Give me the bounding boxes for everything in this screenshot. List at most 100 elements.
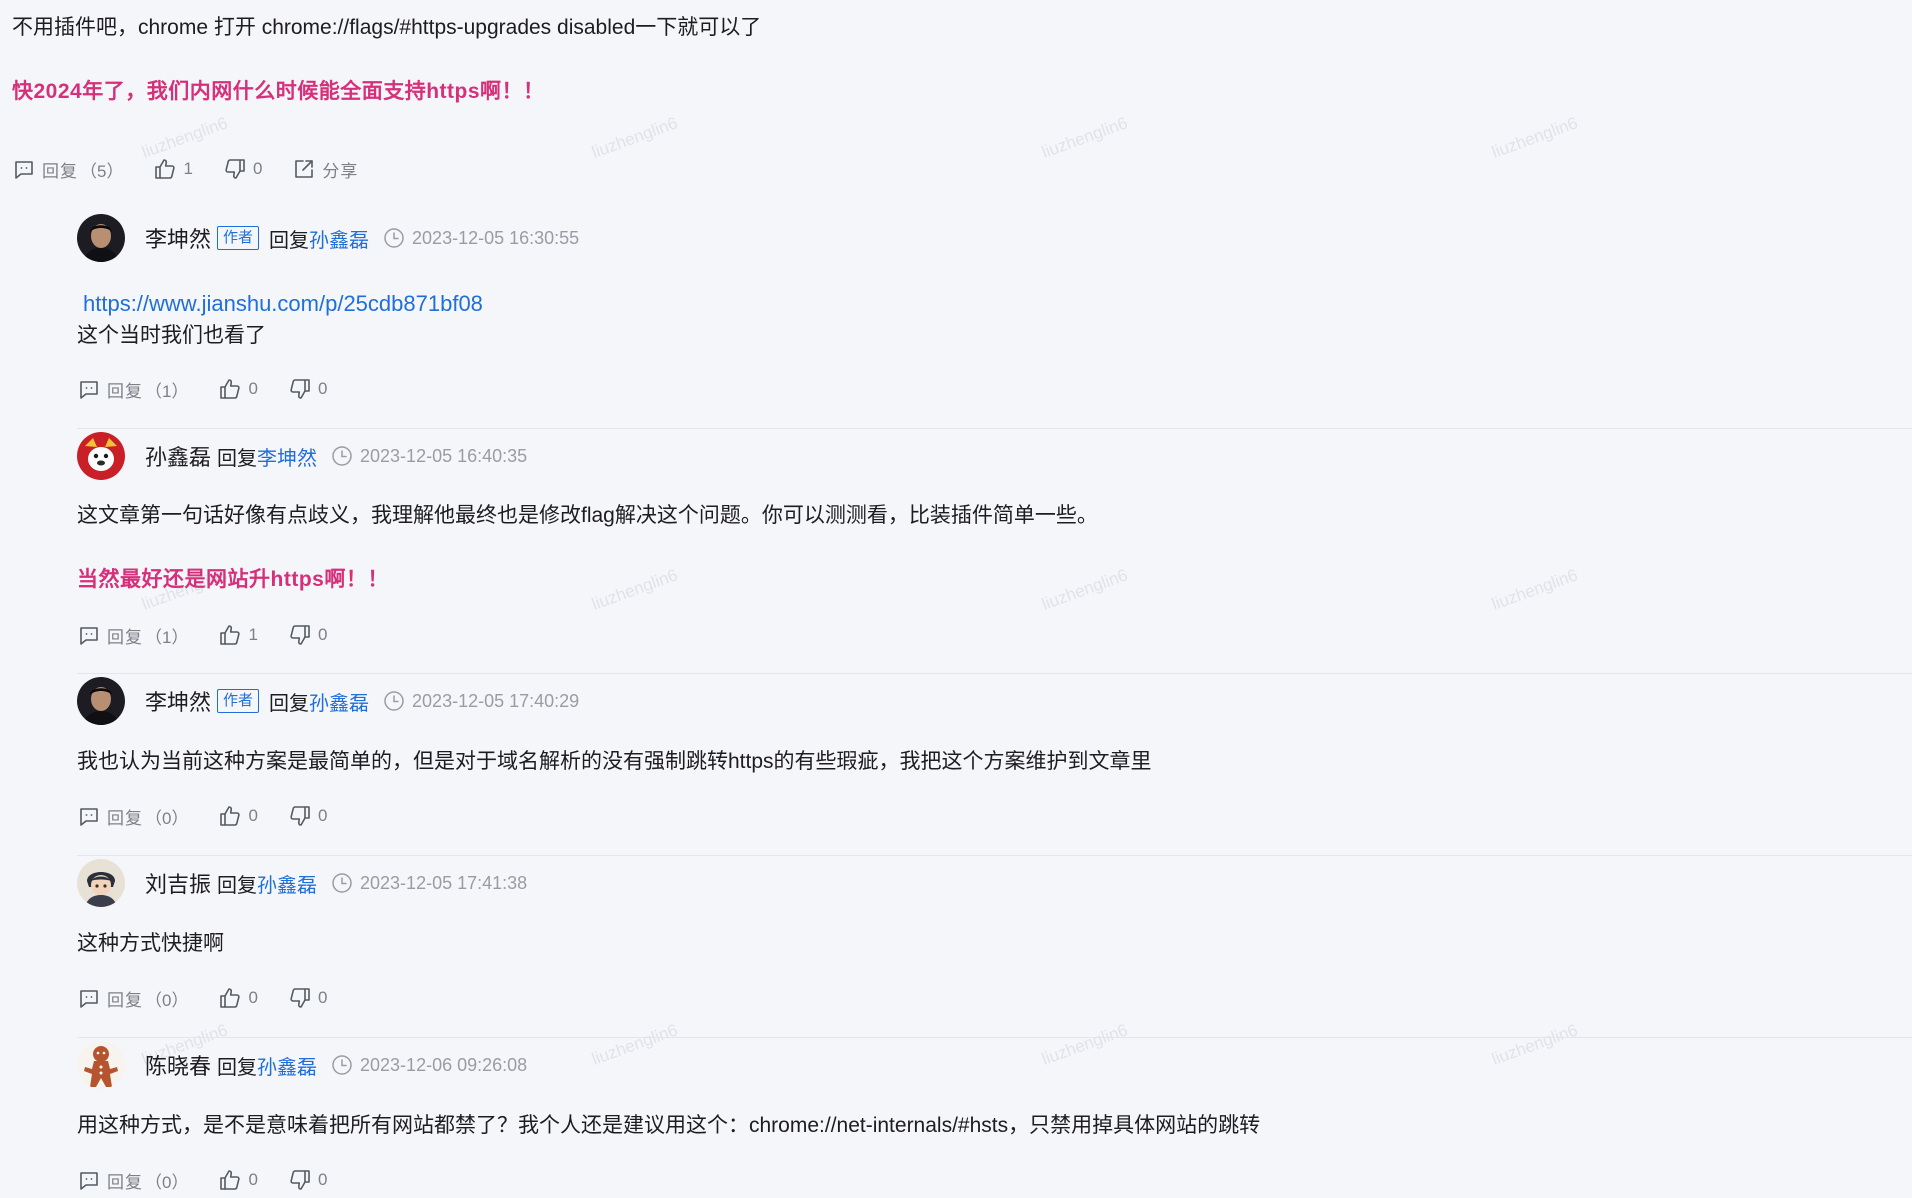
divider xyxy=(77,1037,1912,1038)
reply-word: 回复 xyxy=(269,692,310,715)
reply-count: （1） xyxy=(145,627,189,647)
reply-header: 刘吉振 回复 孙鑫磊 2023-12-05 17:41:38 xyxy=(77,859,527,907)
like-count: 1 xyxy=(248,625,258,644)
reply-actions: 回复 （1） 0 0 xyxy=(77,374,357,404)
comment-icon xyxy=(80,808,98,826)
avatar[interactable] xyxy=(77,1041,125,1089)
like-count: 0 xyxy=(248,806,258,825)
author-badge: 作者 xyxy=(217,226,260,250)
author-name[interactable]: 孙鑫磊 xyxy=(145,440,211,472)
reply-label: 回复 xyxy=(107,627,143,647)
divider xyxy=(77,855,1912,856)
clock-icon xyxy=(384,691,404,711)
thumbs-up-icon xyxy=(220,379,241,399)
reply-button[interactable]: 回复 （1） xyxy=(77,377,188,402)
reply-target-link[interactable]: 孙鑫磊 xyxy=(257,869,317,898)
like-count: 0 xyxy=(248,988,258,1007)
dislike-button[interactable]: 0 xyxy=(288,623,327,647)
share-icon xyxy=(295,160,314,178)
reply-actions: 回复 （0） 0 0 xyxy=(77,801,357,831)
avatar-image xyxy=(77,1041,125,1089)
share-button[interactable]: 分享 xyxy=(292,157,358,182)
reply-text: 我也认为当前这种方案是最简单的，但是对于域名解析的没有强制跳转https的有些瑕… xyxy=(77,750,1152,773)
author-name[interactable]: 李坤然 xyxy=(145,222,211,254)
reply-word: 回复 xyxy=(217,1056,258,1079)
reply-button[interactable]: 回复 （0） xyxy=(77,1168,188,1193)
thumbs-down-icon xyxy=(290,379,310,399)
reply-actions: 回复 （0） 0 0 xyxy=(77,1165,357,1195)
reply-highlight: 当然最好还是网站升https啊！！ xyxy=(77,568,389,591)
reply-button[interactable]: 回复 （5） xyxy=(12,157,123,182)
comment-highlight: 快2024年了，我们内网什么时候能全面支持https啊！！ xyxy=(12,80,545,103)
reply-target-link[interactable]: 孙鑫磊 xyxy=(309,224,369,253)
avatar[interactable] xyxy=(77,214,125,262)
like-button[interactable]: 0 xyxy=(218,377,258,401)
dislike-button[interactable]: 0 xyxy=(288,1168,327,1192)
like-count: 0 xyxy=(248,379,258,398)
dislike-button[interactable]: 0 xyxy=(223,157,262,181)
reply-button[interactable]: 回复 （1） xyxy=(77,623,188,648)
author-name[interactable]: 刘吉振 xyxy=(145,867,211,899)
comment-icon xyxy=(80,990,98,1008)
timestamp: 2023-12-05 16:30:55 xyxy=(383,227,579,249)
thumbs-up-icon xyxy=(220,806,241,826)
like-button[interactable]: 1 xyxy=(218,623,258,647)
avatar-image xyxy=(77,432,125,480)
thumbs-up-icon xyxy=(220,988,241,1008)
reply-count: （1） xyxy=(145,381,189,401)
reply-button[interactable]: 回复 （0） xyxy=(77,986,188,1011)
like-count: 1 xyxy=(183,159,193,178)
reply-header: 李坤然 作者 回复 孙鑫磊 2023-12-05 17:40:29 xyxy=(77,677,579,725)
reply-item: 李坤然 作者 回复 孙鑫磊 2023-12-05 16:30:55 https:… xyxy=(77,212,1912,420)
dislike-button[interactable]: 0 xyxy=(288,377,327,401)
reply-label: 回复 xyxy=(107,808,143,828)
timestamp-text: 2023-12-05 17:41:38 xyxy=(360,872,528,893)
like-button[interactable]: 0 xyxy=(218,1168,258,1192)
timestamp: 2023-12-06 09:26:08 xyxy=(331,1054,527,1076)
author-name[interactable]: 李坤然 xyxy=(145,685,211,717)
clock-icon xyxy=(332,446,352,466)
thumbs-down-icon xyxy=(290,988,310,1008)
dislike-count: 0 xyxy=(317,1170,328,1189)
thumbs-up-icon xyxy=(155,159,176,179)
thumbs-down-icon xyxy=(290,625,310,645)
reply-body: 这种方式快捷啊 xyxy=(77,926,1877,962)
dislike-button[interactable]: 0 xyxy=(288,986,327,1010)
url-link[interactable]: https://www.jianshu.com/p/25cdb871bf08 xyxy=(83,288,1877,320)
reply-header: 孙鑫磊 回复 李坤然 2023-12-05 16:40:35 xyxy=(77,432,527,480)
avatar[interactable] xyxy=(77,859,125,907)
comment-icon xyxy=(80,627,98,645)
like-button[interactable]: 1 xyxy=(153,157,193,181)
like-button[interactable]: 0 xyxy=(218,804,258,828)
avatar[interactable] xyxy=(77,432,125,480)
dislike-count: 0 xyxy=(252,159,263,178)
reply-target-link[interactable]: 孙鑫磊 xyxy=(257,1051,317,1080)
like-button[interactable]: 0 xyxy=(218,986,258,1010)
reply-word: 回复 xyxy=(269,229,310,252)
reply-body: 这文章第一句话好像有点歧义，我理解他最终也是修改flag解决这个问题。你可以测测… xyxy=(77,498,1877,598)
dislike-count: 0 xyxy=(317,379,328,398)
clock-icon xyxy=(332,1055,352,1075)
reply-header: 陈晓春 回复 孙鑫磊 2023-12-06 09:26:08 xyxy=(77,1041,527,1089)
reply-body: 用这种方式，是不是意味着把所有网站都禁了？我个人还是建议用这个：chrome:/… xyxy=(77,1108,1877,1144)
reply-count: （5） xyxy=(80,161,124,181)
dislike-button[interactable]: 0 xyxy=(288,804,327,828)
thumbs-down-icon xyxy=(290,1170,310,1190)
reply-item: 孙鑫磊 回复 李坤然 2023-12-05 16:40:35 这文章第一句话好像… xyxy=(77,428,1912,672)
reply-button[interactable]: 回复 （0） xyxy=(77,804,188,829)
timestamp-text: 2023-12-06 09:26:08 xyxy=(360,1054,528,1075)
comment-icon xyxy=(80,1172,98,1190)
thumbs-up-icon xyxy=(220,1170,241,1190)
author-name[interactable]: 陈晓春 xyxy=(145,1049,211,1081)
avatar[interactable] xyxy=(77,677,125,725)
thumbs-down-icon xyxy=(290,806,310,826)
reply-count: （0） xyxy=(145,1172,189,1192)
clock-icon xyxy=(332,873,352,893)
reply-text: 用这种方式，是不是意味着把所有网站都禁了？我个人还是建议用这个：chrome:/… xyxy=(77,1114,1261,1137)
dislike-count: 0 xyxy=(317,806,328,825)
reply-target-link[interactable]: 孙鑫磊 xyxy=(309,687,369,716)
reply-label: 回复 xyxy=(107,1172,143,1192)
thumbs-up-icon xyxy=(220,625,241,645)
reply-target-link[interactable]: 李坤然 xyxy=(257,442,317,471)
avatar-image xyxy=(77,859,125,907)
